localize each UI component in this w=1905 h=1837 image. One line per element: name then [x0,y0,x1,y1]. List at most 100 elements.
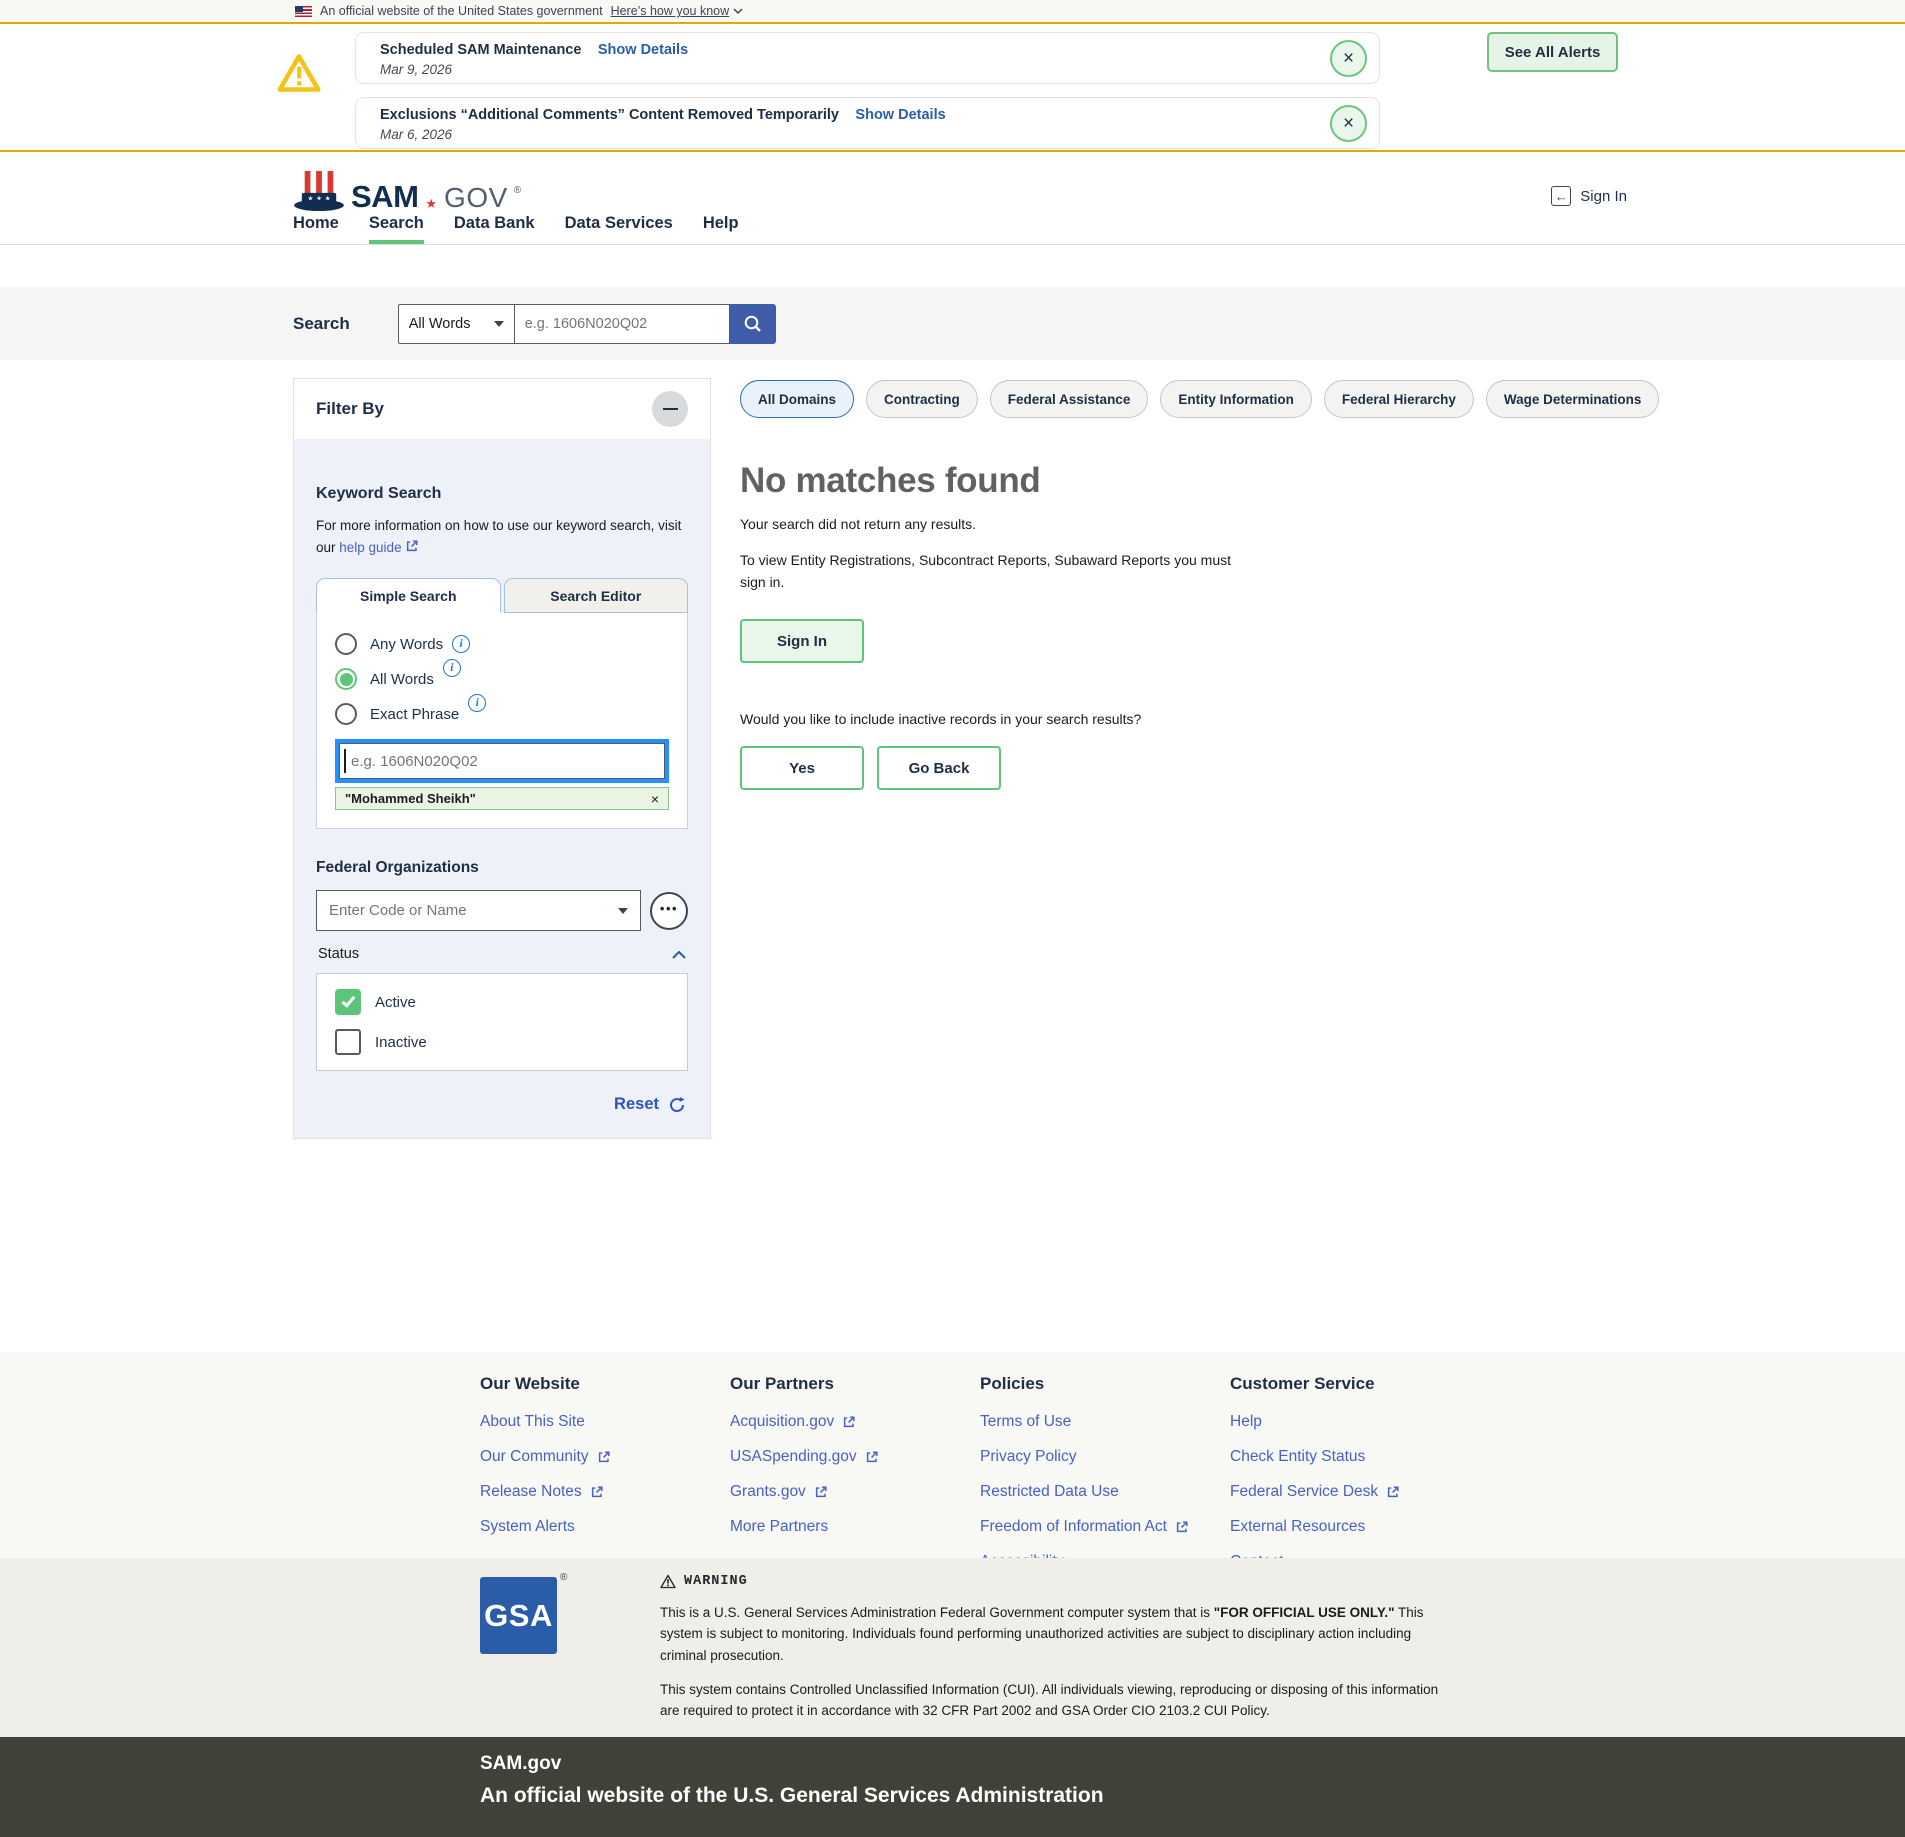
search-label: Search [293,314,350,334]
domain-tab-contracting[interactable]: Contracting [866,380,978,418]
alert-date: Mar 9, 2026 [380,62,1319,77]
federal-organizations-select[interactable]: Enter Code or Name [316,890,641,931]
main-nav: Home Search Data Bank Data Services Help [0,203,1905,245]
dismiss-alert-button[interactable]: × [1330,40,1367,77]
tab-search-editor[interactable]: Search Editor [504,578,689,613]
footer-link-release-notes[interactable]: Release Notes [480,1483,720,1501]
keyword-search-tabs: Simple Search Search Editor [316,578,688,613]
nav-item-help[interactable]: Help [703,203,739,244]
search-mode-select[interactable]: All Words [398,304,515,344]
footer-link-privacy-policy[interactable]: Privacy Policy [980,1448,1220,1466]
filter-by-title: Filter By [316,399,384,419]
chevron-up-icon [672,950,686,959]
footer-link-federal-service-desk[interactable]: Federal Service Desk [1230,1483,1470,1501]
chip-label: "Mohammed Sheikh" [345,791,476,806]
reset-filters-button[interactable]: Reset [316,1095,688,1114]
sign-in-button[interactable]: Sign In [740,619,864,663]
footer-brand: SAM.gov [480,1753,1905,1775]
check-icon [341,993,355,1007]
info-icon[interactable]: i [468,694,486,712]
chevron-down-icon [733,8,743,15]
warning-heading: WARNING [660,1574,1450,1589]
external-link-icon [1175,1520,1189,1534]
all-words-radio[interactable] [335,668,357,690]
nav-item-data-services[interactable]: Data Services [565,203,673,244]
alert-card: Scheduled SAM Maintenance Show Details M… [355,32,1380,84]
footer-link-more-partners[interactable]: More Partners [730,1518,970,1536]
radio-row-exact-phrase: Exact Phrase i [335,703,669,725]
site-header: ★ ★ ★ SAM ★ GOV ® ← Sign In Home Search … [0,152,1905,245]
alert-date: Mar 6, 2026 [380,127,1319,142]
inactive-question-buttons: Yes Go Back [740,746,1640,790]
footer-link-grants-gov[interactable]: Grants.gov [730,1483,970,1501]
radio-row-any-words: Any Words i [335,633,669,655]
status-section-toggle[interactable]: Status [316,946,688,962]
federal-organizations-row: Enter Code or Name ••• [316,890,688,931]
domain-tab-all-domains[interactable]: All Domains [740,380,854,418]
footer-link-check-entity-status[interactable]: Check Entity Status [1230,1448,1470,1466]
nav-item-home[interactable]: Home [293,203,339,244]
footer-link-foia[interactable]: Freedom of Information Act [980,1518,1220,1536]
gsa-warning-section: GSA ® WARNING This is a U.S. General Ser… [0,1558,1905,1737]
keyword-chip: "Mohammed Sheikh" × [335,787,669,810]
how-you-know-link[interactable]: Here’s how you know [611,4,744,18]
nav-item-search[interactable]: Search [369,203,424,244]
nav-item-data-bank[interactable]: Data Bank [454,203,535,244]
footer-link-usaspending-gov[interactable]: USASpending.gov [730,1448,970,1466]
chevron-down-icon [618,908,628,914]
domain-tab-wage-determinations[interactable]: Wage Determinations [1486,380,1660,418]
status-option-active[interactable]: Active [335,989,669,1015]
footer-column-our-partners: Our Partners Acquisition.gov USASpending… [730,1374,970,1553]
filter-panel: Filter By Keyword Search For more inform… [293,378,711,1139]
see-all-alerts-button[interactable]: See All Alerts [1487,32,1618,72]
show-details-link[interactable]: Show Details [598,42,688,58]
keyword-input[interactable] [335,739,669,783]
gsa-registered-mark: ® [560,1572,567,1583]
domain-tab-federal-assistance[interactable]: Federal Assistance [990,380,1149,418]
help-guide-link[interactable]: help guide [339,540,418,555]
tab-simple-search[interactable]: Simple Search [316,578,501,613]
footer-link-about-this-site[interactable]: About This Site [480,1413,720,1431]
active-checkbox[interactable] [335,989,361,1015]
federal-organizations-heading: Federal Organizations [316,859,688,877]
info-icon[interactable]: i [452,635,470,653]
minus-icon [663,408,678,411]
dismiss-alert-button[interactable]: × [1330,105,1367,142]
any-words-radio[interactable] [335,633,357,655]
domain-tabs: All Domains Contracting Federal Assistan… [740,380,1640,418]
sign-in-required-text: To view Entity Registrations, Subcontrac… [740,550,1240,593]
info-icon[interactable]: i [443,659,461,677]
footer-column-our-website: Our Website About This Site Our Communit… [480,1374,720,1553]
domain-tab-entity-information[interactable]: Entity Information [1160,380,1312,418]
collapse-filters-button[interactable] [652,391,688,427]
keyword-info-text: For more information on how to use our k… [316,515,688,558]
footer-link-external-resources[interactable]: External Resources [1230,1518,1470,1536]
exact-phrase-radio[interactable] [335,703,357,725]
domain-tab-federal-hierarchy[interactable]: Federal Hierarchy [1324,380,1474,418]
footer-link-system-alerts[interactable]: System Alerts [480,1518,720,1536]
footer-link-acquisition-gov[interactable]: Acquisition.gov [730,1413,970,1431]
go-back-button[interactable]: Go Back [877,746,1001,790]
search-input[interactable] [515,304,730,344]
alert-card: Exclusions “Additional Comments” Content… [355,97,1380,149]
simple-search-panel: Any Words i All Words i Exact Phrase i [316,613,688,829]
keyword-input-wrap [335,739,669,783]
yes-button[interactable]: Yes [740,746,864,790]
show-details-link[interactable]: Show Details [855,107,945,123]
search-button[interactable] [730,304,776,344]
site-footer: SAM.gov An official website of the U.S. … [0,1737,1905,1837]
chevron-down-icon [494,321,504,327]
footer-official-text: An official website of the U.S. General … [480,1784,1905,1808]
us-flag-icon [295,6,312,17]
footer-link-our-community[interactable]: Our Community [480,1448,720,1466]
more-options-button[interactable]: ••• [650,892,688,930]
footer-link-terms-of-use[interactable]: Terms of Use [980,1413,1220,1431]
footer-link-help[interactable]: Help [1230,1413,1470,1431]
footer-link-restricted-data-use[interactable]: Restricted Data Use [980,1483,1220,1501]
remove-chip-button[interactable]: × [651,791,659,807]
status-option-inactive[interactable]: Inactive [335,1029,669,1055]
search-results-area: All Domains Contracting Federal Assistan… [740,380,1640,790]
inactive-checkbox[interactable] [335,1029,361,1055]
gsa-logo: GSA [480,1577,557,1654]
keyword-search-heading: Keyword Search [316,485,688,503]
